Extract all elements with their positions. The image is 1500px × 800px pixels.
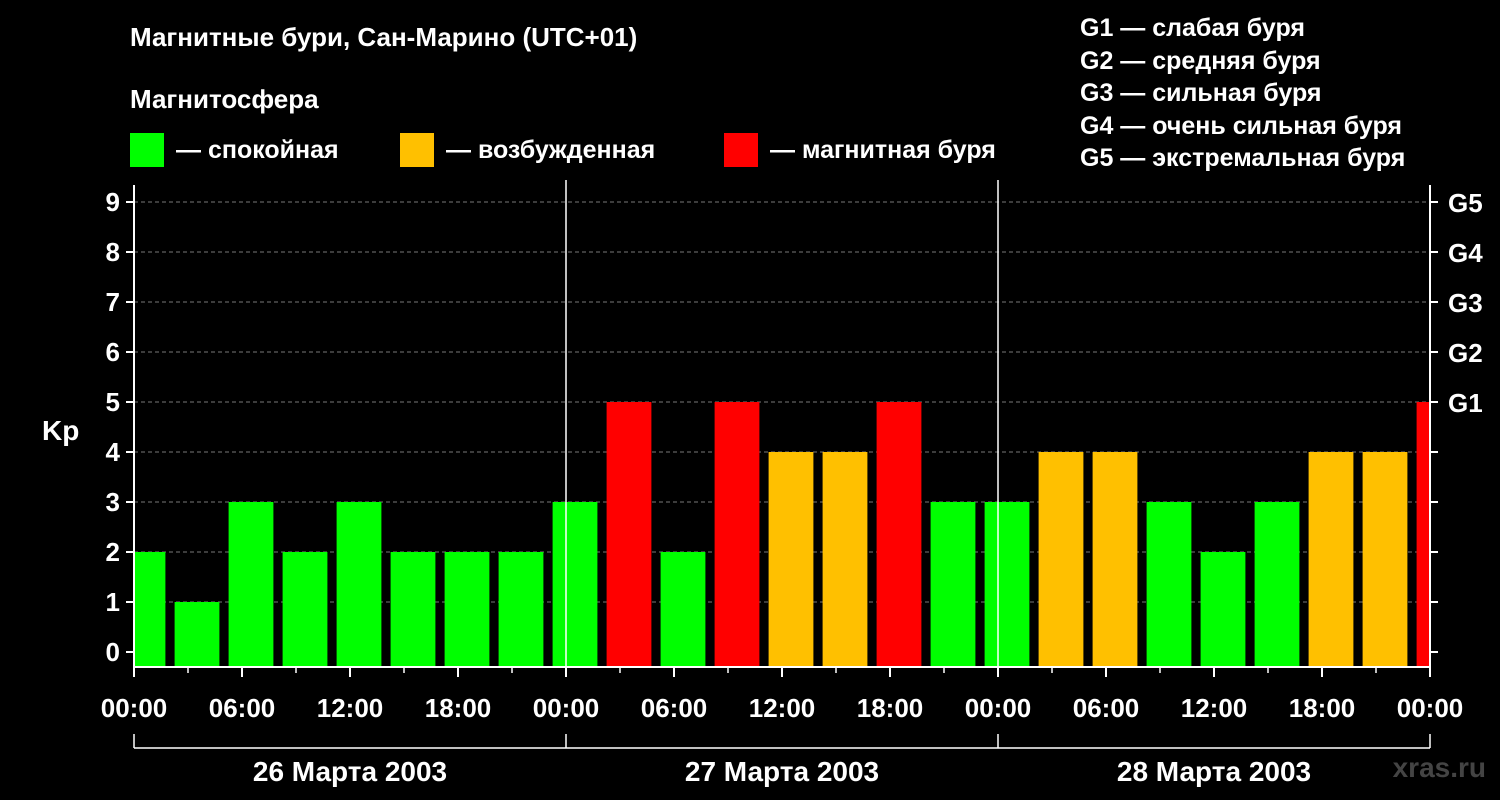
x-tick-label: 12:00 bbox=[749, 693, 816, 723]
y-tick-label: 4 bbox=[106, 437, 121, 467]
g-level-label: G5 bbox=[1448, 188, 1483, 218]
x-tick-label: 06:00 bbox=[641, 693, 708, 723]
kp-bar bbox=[228, 502, 274, 667]
kp-bar bbox=[390, 552, 436, 667]
g-level-label: G4 bbox=[1448, 238, 1483, 268]
kp-bar bbox=[1146, 502, 1192, 667]
x-tick-label: 00:00 bbox=[1397, 693, 1464, 723]
kp-bar bbox=[498, 552, 544, 667]
kp-bar bbox=[282, 552, 328, 667]
x-tick-label: 12:00 bbox=[1181, 693, 1248, 723]
kp-bar bbox=[714, 402, 760, 667]
kp-bar bbox=[336, 502, 382, 667]
y-tick-label: 7 bbox=[106, 287, 120, 317]
kp-bar bbox=[1092, 452, 1138, 667]
g-level-label: G2 bbox=[1448, 338, 1483, 368]
y-tick-label: 8 bbox=[106, 237, 120, 267]
kp-bar bbox=[1038, 452, 1084, 667]
y-tick-label: 1 bbox=[106, 587, 120, 617]
kp-bar bbox=[660, 552, 706, 667]
y-tick-label: 5 bbox=[106, 387, 120, 417]
kp-bar bbox=[1308, 452, 1354, 667]
y-tick-label: 0 bbox=[106, 637, 120, 667]
day-label: 27 Марта 2003 bbox=[685, 756, 879, 787]
g-level-label: G1 bbox=[1448, 388, 1483, 418]
kp-bar bbox=[768, 452, 814, 667]
x-tick-label: 00:00 bbox=[101, 693, 168, 723]
x-tick-label: 00:00 bbox=[533, 693, 600, 723]
x-tick-label: 06:00 bbox=[209, 693, 276, 723]
kp-bar bbox=[606, 402, 652, 667]
kp-bar bbox=[1416, 402, 1429, 667]
kp-bar bbox=[1200, 552, 1246, 667]
kp-bar bbox=[876, 402, 922, 667]
y-tick-label: 2 bbox=[106, 537, 120, 567]
kp-bar bbox=[552, 502, 598, 667]
kp-bar bbox=[135, 552, 166, 667]
x-tick-label: 18:00 bbox=[425, 693, 492, 723]
kp-bar bbox=[174, 602, 220, 667]
x-tick-label: 06:00 bbox=[1073, 693, 1140, 723]
x-tick-label: 12:00 bbox=[317, 693, 384, 723]
kp-bar bbox=[984, 502, 1030, 667]
g-level-label: G3 bbox=[1448, 288, 1483, 318]
y-tick-label: 6 bbox=[106, 337, 120, 367]
x-tick-label: 00:00 bbox=[965, 693, 1032, 723]
kp-bar bbox=[930, 502, 976, 667]
day-label: 26 Марта 2003 bbox=[253, 756, 447, 787]
kp-bar bbox=[1254, 502, 1300, 667]
kp-bar bbox=[822, 452, 868, 667]
y-tick-label: 9 bbox=[106, 187, 120, 217]
y-axis-label: Kp bbox=[42, 415, 79, 446]
kp-bar bbox=[1362, 452, 1408, 667]
kp-bar bbox=[444, 552, 490, 667]
x-tick-label: 18:00 bbox=[1289, 693, 1356, 723]
x-tick-label: 18:00 bbox=[857, 693, 924, 723]
kp-chart: 0 1 2 3 4 5 6 7 8 9 G1 G2 G3 G4 G5 Kp 00:00 06:00 12:00 18:… bbox=[42, 180, 1483, 787]
watermark: xras.ru bbox=[1392, 752, 1486, 783]
y-tick-label: 3 bbox=[106, 487, 120, 517]
day-label: 28 Марта 2003 bbox=[1117, 756, 1311, 787]
